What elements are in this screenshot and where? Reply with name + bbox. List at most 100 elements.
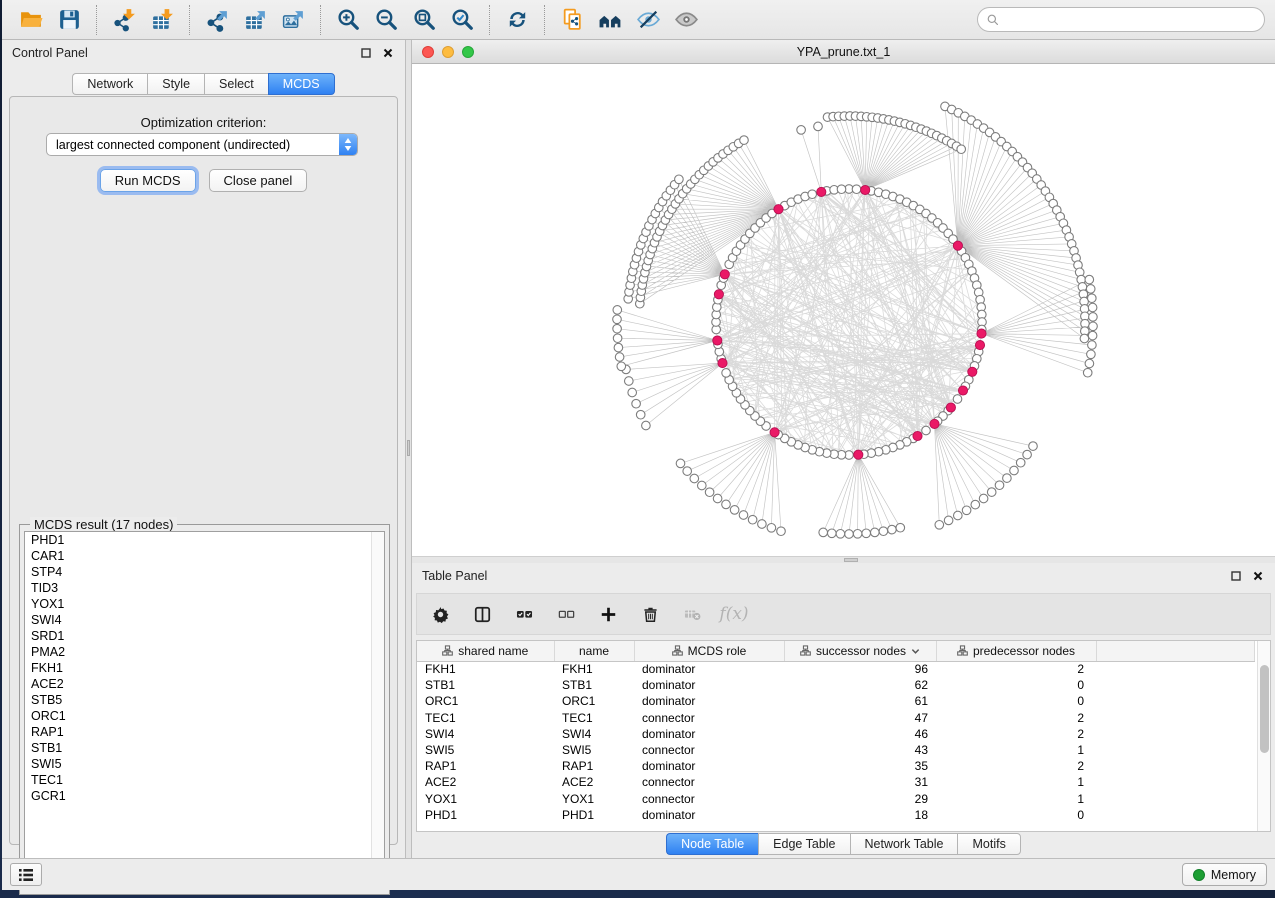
network-canvas[interactable] — [412, 64, 1275, 556]
task-history-button[interactable] — [10, 863, 42, 886]
column-header-successor-nodes[interactable]: successor nodes — [784, 641, 936, 661]
zoom-selected-button[interactable] — [443, 4, 481, 36]
mcds-result-node[interactable]: PMA2 — [25, 644, 384, 660]
open-icon — [19, 7, 44, 32]
import-network-button[interactable] — [105, 4, 143, 36]
float-table-panel-icon[interactable] — [1229, 569, 1243, 583]
table-tab-network-table[interactable]: Network Table — [850, 833, 958, 855]
show-all-button[interactable] — [667, 4, 705, 36]
table-row[interactable]: ORC1ORC1dominator610 — [417, 693, 1255, 709]
mcds-result-node[interactable]: FKH1 — [25, 660, 384, 676]
mcds-result-node[interactable]: CAR1 — [25, 548, 384, 564]
tab-network[interactable]: Network — [72, 73, 147, 95]
export-network-icon — [205, 7, 230, 32]
delete-column-button[interactable] — [679, 601, 705, 627]
tab-select[interactable]: Select — [204, 73, 268, 95]
optimization-criterion-label: Optimization criterion: — [10, 115, 397, 130]
memory-button[interactable]: Memory — [1182, 863, 1267, 886]
mcds-result-node[interactable]: ORC1 — [25, 708, 384, 724]
table-tab-edge-table[interactable]: Edge Table — [758, 833, 849, 855]
column-header-shared-name[interactable]: shared name — [417, 641, 554, 661]
add-button[interactable] — [595, 601, 621, 627]
column-header-MCDS-role[interactable]: MCDS role — [634, 641, 784, 661]
table-tab-node-table[interactable]: Node Table — [666, 833, 758, 855]
main-toolbar — [2, 0, 1275, 40]
hide-selected-icon — [636, 7, 661, 32]
splitter-grip[interactable] — [407, 440, 410, 456]
column-header-predecessor-nodes[interactable]: predecessor nodes — [936, 641, 1096, 661]
table-scrollbar-thumb[interactable] — [1260, 665, 1269, 753]
mcds-result-node[interactable]: SWI4 — [25, 612, 384, 628]
table-row[interactable]: RAP1RAP1dominator352 — [417, 758, 1255, 774]
search-icon — [986, 13, 1000, 27]
fx-button[interactable]: f(x) — [721, 601, 747, 627]
gear-button[interactable] — [427, 601, 453, 627]
close-panel-button[interactable]: Close panel — [209, 169, 308, 192]
table-row[interactable]: STB1STB1dominator620 — [417, 677, 1255, 693]
tab-style[interactable]: Style — [147, 73, 204, 95]
table-row[interactable]: YOX1YOX1connector291 — [417, 791, 1255, 807]
result-list-scrollbar[interactable] — [371, 532, 384, 889]
mcds-result-node[interactable]: SRD1 — [25, 628, 384, 644]
table-row[interactable]: PHD1PHD1dominator180 — [417, 807, 1255, 823]
mcds-result-node[interactable]: TID3 — [25, 580, 384, 596]
zoom-out-icon — [374, 7, 399, 32]
export-table-button[interactable] — [236, 4, 274, 36]
toolbar-group — [498, 4, 536, 36]
table-tab-motifs[interactable]: Motifs — [957, 833, 1020, 855]
mcds-result-list[interactable]: PHD1CAR1STP4TID3YOX1SWI4SRD1PMA2FKH1ACE2… — [24, 531, 385, 890]
network-graph[interactable] — [412, 64, 1275, 556]
mcds-result-node[interactable]: STP4 — [25, 564, 384, 580]
columns-button[interactable] — [469, 601, 495, 627]
mcds-result-node[interactable]: RAP1 — [25, 724, 384, 740]
vertical-splitter[interactable] — [405, 40, 412, 858]
table-tabs: Node TableEdge TableNetwork TableMotifs — [412, 833, 1275, 855]
import-table-button[interactable] — [143, 4, 181, 36]
network-titlebar: YPA_prune.txt_1 — [412, 40, 1275, 64]
mcds-result-node[interactable]: STB1 — [25, 740, 384, 756]
zoom-fit-button[interactable] — [405, 4, 443, 36]
deselect-all-button[interactable] — [553, 601, 579, 627]
mcds-result-node[interactable]: YOX1 — [25, 596, 384, 612]
export-network-button[interactable] — [198, 4, 236, 36]
refresh-button[interactable] — [498, 4, 536, 36]
save-button[interactable] — [50, 4, 88, 36]
zoom-in-button[interactable] — [329, 4, 367, 36]
close-panel-icon[interactable] — [381, 46, 395, 60]
horizontal-splitter-grip[interactable] — [844, 558, 858, 562]
mcds-result-node[interactable]: PHD1 — [25, 532, 384, 548]
toolbar-separator — [544, 5, 545, 35]
table-row[interactable]: SWI5SWI5connector431 — [417, 742, 1255, 758]
first-neighbors-button[interactable] — [591, 4, 629, 36]
mcds-result-node[interactable]: SWI5 — [25, 756, 384, 772]
criterion-dropdown[interactable]: largest connected component (undirected) — [46, 133, 358, 156]
hide-selected-button[interactable] — [629, 4, 667, 36]
table-row[interactable]: SWI4SWI4dominator462 — [417, 726, 1255, 742]
column-header-name[interactable]: name — [554, 641, 634, 661]
table-row[interactable]: FKH1FKH1dominator962 — [417, 661, 1255, 677]
mcds-result-node[interactable]: GCR1 — [25, 788, 384, 804]
search-input[interactable] — [1005, 13, 1256, 27]
delete-column-icon — [683, 605, 702, 624]
table-row[interactable]: TEC1TEC1connector472 — [417, 710, 1255, 726]
mcds-result-node[interactable]: STB5 — [25, 692, 384, 708]
horizontal-splitter[interactable] — [412, 556, 1275, 563]
export-image-button[interactable] — [274, 4, 312, 36]
close-table-panel-icon[interactable] — [1251, 569, 1265, 583]
tab-mcds[interactable]: MCDS — [268, 73, 335, 95]
duplicate-network-icon — [560, 7, 585, 32]
select-all-button[interactable] — [511, 601, 537, 627]
float-panel-icon[interactable] — [359, 46, 373, 60]
table-row[interactable]: ACE2ACE2connector311 — [417, 774, 1255, 790]
run-mcds-button[interactable]: Run MCDS — [100, 169, 196, 192]
mcds-result-node[interactable]: ACE2 — [25, 676, 384, 692]
mcds-result-node[interactable]: TEC1 — [25, 772, 384, 788]
open-button[interactable] — [12, 4, 50, 36]
duplicate-network-button[interactable] — [553, 4, 591, 36]
node-table[interactable]: shared namenameMCDS rolesuccessor nodesp… — [417, 641, 1255, 823]
trash-button[interactable] — [637, 601, 663, 627]
zoom-out-button[interactable] — [367, 4, 405, 36]
search-box[interactable] — [977, 7, 1265, 32]
table-scrollbar[interactable] — [1257, 641, 1270, 831]
criterion-dropdown-value: largest connected component (undirected) — [47, 138, 339, 152]
